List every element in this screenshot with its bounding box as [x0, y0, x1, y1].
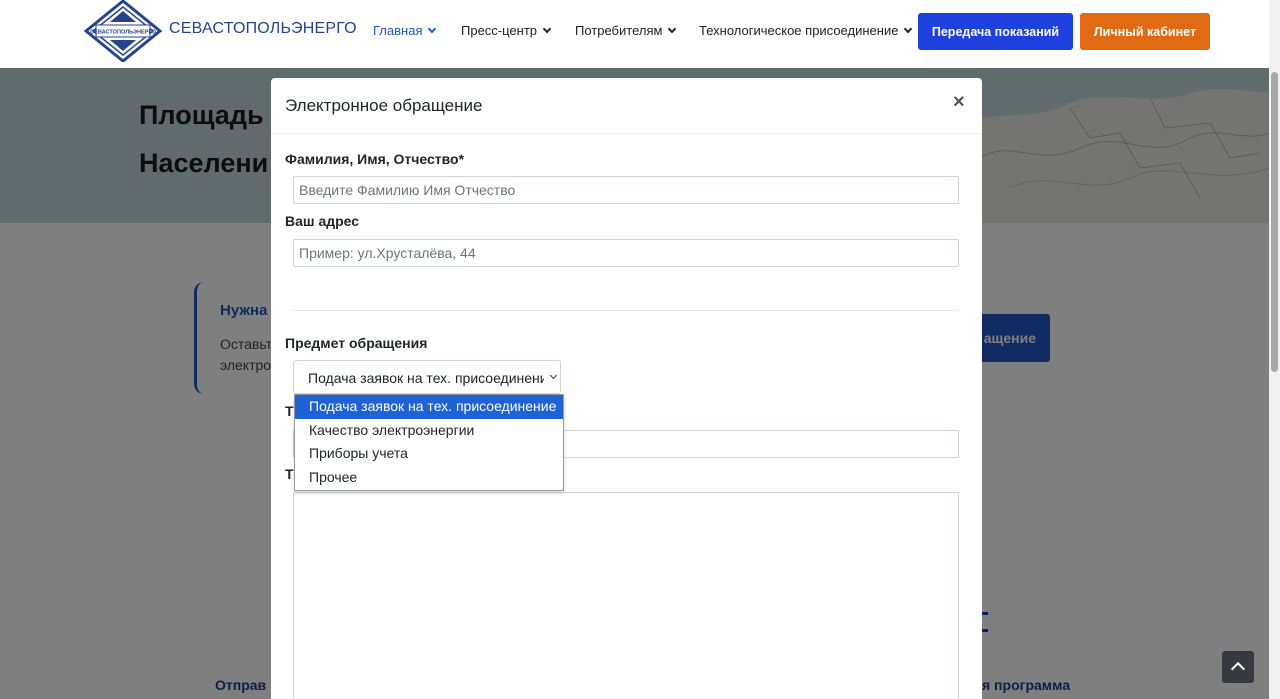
nav-item-label: Потребителям [575, 23, 663, 38]
fio-input[interactable] [293, 176, 959, 204]
chevron-down-icon [542, 24, 552, 33]
scrollbar-thumb[interactable] [1271, 72, 1278, 372]
modal-title: Электронное обращение [285, 96, 483, 115]
subject-option[interactable]: Качество электроэнергии [295, 419, 563, 443]
personal-cabinet-button[interactable]: Личный кабинет [1080, 13, 1210, 50]
message-label: Т [285, 466, 294, 482]
subject-option[interactable]: Подача заявок на тех. присоединение [295, 395, 563, 419]
appeal-modal: Электронное обращение × Фамилия, Имя, От… [271, 78, 982, 699]
brand-name[interactable]: СЕВАСТОПОЛЬЭНЕРГО [169, 20, 357, 38]
modal-header: Электронное обращение × [271, 78, 982, 134]
nav-item-label: Главная [373, 23, 423, 38]
chevron-down-icon [668, 24, 677, 33]
site-header: СЕВАСТОПОЛЬЭНЕРГО СЕВАСТОПОЛЬЭНЕРГО Глав… [0, 0, 1280, 68]
form-divider [293, 310, 959, 311]
scroll-to-top-button[interactable] [1222, 651, 1254, 683]
sevastopolenergo-logo-icon[interactable]: СЕВАСТОПОЛЬЭНЕРГО [84, 0, 162, 62]
nav-item-press-center[interactable]: Пресс-центр [461, 23, 552, 38]
logo-text: СЕВАСТОПОЛЬЭНЕРГО [90, 30, 157, 36]
subject-label: Предмет обращения [285, 335, 428, 351]
chevron-down-icon [904, 24, 913, 33]
submit-readings-button[interactable]: Передача показаний [918, 13, 1073, 50]
message-textarea[interactable] [293, 492, 959, 699]
subject-select[interactable]: Подача заявок на тех. присоединение [293, 360, 561, 394]
fio-label: Фамилия, Имя, Отчество* [285, 151, 465, 167]
chevron-down-icon [428, 24, 437, 33]
topic-label: Т [285, 403, 294, 419]
nav-item-label: Технологическое присоединение [699, 23, 899, 38]
subject-select-value: Подача заявок на тех. присоединение [308, 370, 556, 386]
subject-option[interactable]: Приборы учета [295, 442, 563, 466]
nav-item-tech-connection[interactable]: Технологическое присоединение [699, 23, 913, 38]
close-icon[interactable]: × [953, 92, 965, 112]
address-input[interactable] [293, 239, 959, 267]
page-scrollbar[interactable] [1269, 0, 1280, 699]
nav-item-home[interactable]: Главная [373, 23, 437, 38]
subject-option[interactable]: Прочее [295, 466, 563, 490]
subject-dropdown-list: Подача заявок на тех. присоединение Каче… [294, 394, 564, 491]
arrow-up-icon [1230, 661, 1246, 677]
address-label: Ваш адрес [285, 213, 360, 229]
nav-item-consumers[interactable]: Потребителям [575, 23, 677, 38]
nav-item-label: Пресс-центр [461, 23, 538, 38]
